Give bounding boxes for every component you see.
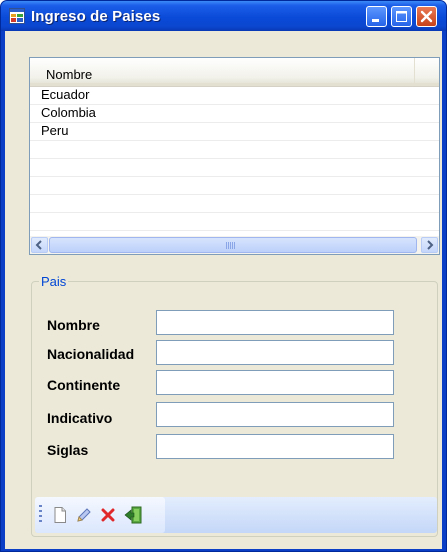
countries-list[interactable]: Nombre Ecuador Colombia Peru: [29, 57, 440, 255]
minimize-button[interactable]: [366, 6, 387, 27]
close-button[interactable]: [416, 6, 437, 27]
toolbar: [35, 497, 437, 533]
app-window: Ingreso de Paises Nombre Ecuador Colombi…: [0, 0, 447, 552]
minimize-icon: [372, 19, 379, 22]
siglas-field[interactable]: [156, 434, 394, 459]
nombre-label: Nombre: [47, 317, 100, 333]
form-icon: [9, 8, 25, 24]
siglas-label: Siglas: [47, 442, 89, 458]
delete-x-icon: [101, 508, 115, 522]
list-rows: Ecuador Colombia Peru: [30, 87, 439, 231]
exit-button[interactable]: [123, 504, 145, 526]
scroll-thumb[interactable]: [49, 237, 417, 253]
empty-row: [30, 195, 439, 213]
indicativo-label: Indicativo: [47, 410, 113, 426]
groupbox-legend: Pais: [39, 274, 69, 289]
list-item[interactable]: Colombia: [30, 105, 439, 123]
empty-row: [30, 141, 439, 159]
empty-row: [30, 177, 439, 195]
nacionalidad-field[interactable]: [156, 340, 394, 365]
list-item[interactable]: Ecuador: [30, 87, 439, 105]
scroll-left-button[interactable]: [31, 237, 48, 253]
edit-button[interactable]: [73, 504, 95, 526]
empty-row: [30, 159, 439, 177]
new-document-icon: [54, 507, 66, 523]
edit-pencil-icon: [77, 508, 91, 522]
arrow-right-icon: [427, 240, 434, 250]
empty-row: [30, 213, 439, 231]
exit-door-icon: [124, 506, 142, 524]
toolbar-grip[interactable]: [39, 505, 42, 525]
continente-field[interactable]: [156, 370, 394, 395]
scroll-right-button[interactable]: [421, 237, 438, 253]
close-icon: [420, 10, 433, 23]
nombre-field[interactable]: [156, 310, 394, 335]
list-item[interactable]: Peru: [30, 123, 439, 141]
header-divider: [30, 83, 439, 86]
title-bar[interactable]: Ingreso de Paises: [1, 1, 446, 31]
new-button[interactable]: [49, 504, 71, 526]
column-header-label: Nombre: [46, 67, 93, 82]
window-title: Ingreso de Paises: [31, 8, 161, 25]
maximize-icon: [396, 11, 407, 22]
thumb-grip: [226, 242, 235, 249]
list-header: Nombre: [30, 58, 439, 87]
horizontal-scrollbar[interactable]: [30, 236, 439, 254]
arrow-left-icon: [35, 240, 42, 250]
delete-button[interactable]: [97, 504, 119, 526]
indicativo-field[interactable]: [156, 402, 394, 427]
column-header-nombre[interactable]: Nombre: [30, 58, 415, 83]
maximize-button[interactable]: [391, 6, 412, 27]
continente-label: Continente: [47, 377, 121, 393]
nacionalidad-label: Nacionalidad: [47, 346, 135, 362]
